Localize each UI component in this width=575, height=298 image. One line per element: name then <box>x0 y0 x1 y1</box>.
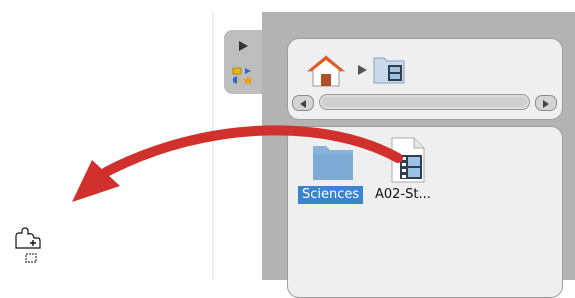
home-icon[interactable] <box>306 54 346 88</box>
file-label-video[interactable]: A02-St... <box>375 186 431 204</box>
expand-arrow-icon[interactable] <box>237 40 249 52</box>
scroll-track[interactable] <box>319 94 530 110</box>
folder-icon[interactable] <box>312 138 354 182</box>
scroll-left-arrow-icon[interactable] <box>293 97 313 111</box>
scroll-right-button[interactable] <box>535 95 557 111</box>
scroll-right-arrow-icon[interactable] <box>536 97 556 111</box>
horizontal-scrollbar[interactable] <box>292 92 557 112</box>
media-mini-icons <box>232 67 253 85</box>
triangle-right-icon <box>358 65 367 75</box>
file-item-video[interactable] <box>388 137 430 187</box>
collapsed-panel-tab[interactable] <box>224 30 262 94</box>
file-item-sciences[interactable] <box>312 138 354 186</box>
window-divider <box>212 12 214 280</box>
scroll-left-button[interactable] <box>292 95 314 111</box>
video-file-icon[interactable] <box>388 137 430 183</box>
drag-copy-cursor-icon <box>15 227 41 263</box>
scroll-thumb[interactable] <box>322 97 527 107</box>
file-label-sciences[interactable]: Sciences <box>298 186 364 204</box>
film-folder-icon[interactable] <box>372 53 406 85</box>
